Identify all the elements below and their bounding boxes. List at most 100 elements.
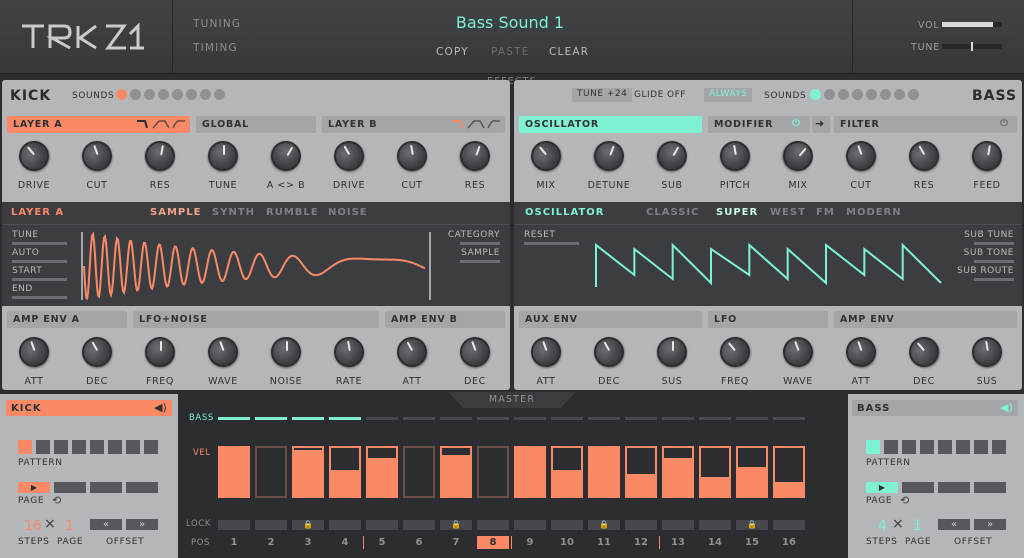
sound-slot[interactable] (810, 89, 821, 100)
sound-slot[interactable] (130, 89, 141, 100)
bass-env-knob[interactable] (841, 332, 881, 372)
bass-param-reset[interactable]: RESET (524, 230, 555, 240)
velocity-step[interactable] (440, 446, 472, 498)
velocity-step[interactable] (514, 446, 546, 498)
bass-knob[interactable] (969, 138, 1005, 174)
kick-env-knob[interactable] (145, 337, 175, 367)
tab-classic[interactable]: CLASSIC (646, 207, 699, 218)
bass-param-slider[interactable] (974, 278, 1014, 281)
sound-slot[interactable] (144, 89, 155, 100)
pos-step[interactable]: 10 (551, 536, 583, 549)
kick-param-slider[interactable] (12, 296, 67, 299)
kick-env-knob[interactable] (331, 334, 367, 370)
global-header[interactable]: GLOBAL (196, 116, 316, 133)
filter-shape-icon[interactable] (135, 119, 187, 130)
page-button[interactable] (974, 482, 1006, 493)
kick-knob[interactable] (455, 136, 495, 176)
bass-step[interactable] (218, 417, 250, 420)
bass-step[interactable] (329, 417, 361, 420)
sound-slot[interactable] (116, 89, 127, 100)
menu-timing[interactable]: TIMING (193, 42, 238, 54)
menu-tuning[interactable]: TUNING (193, 18, 241, 30)
pos-step[interactable]: 7 (440, 536, 472, 549)
lock-step[interactable] (625, 520, 657, 530)
tab-super[interactable]: SUPER (716, 207, 758, 218)
sound-slot[interactable] (186, 89, 197, 100)
pattern-slot[interactable] (108, 440, 122, 454)
page-value[interactable]: 1 (913, 518, 922, 534)
pattern-slot[interactable] (938, 440, 952, 454)
offset-prev-button[interactable]: « (90, 519, 122, 530)
power-icon[interactable]: ⏻ (1000, 118, 1009, 129)
page-button[interactable] (902, 482, 934, 493)
tab-sample[interactable]: SAMPLE (150, 207, 201, 218)
kick-param-tune[interactable]: TUNE (12, 230, 39, 240)
power-icon[interactable]: ⏻ (792, 118, 801, 129)
kick-param-slider[interactable] (460, 242, 500, 245)
bass-step[interactable] (773, 417, 805, 420)
bass-step[interactable] (255, 417, 287, 420)
lock-step[interactable] (773, 520, 805, 530)
kick-env-knob[interactable] (14, 332, 54, 372)
pattern-slot[interactable] (884, 440, 898, 454)
pattern-slot[interactable] (902, 440, 916, 454)
bass-glide-value[interactable]: OFF (667, 90, 686, 100)
lock-step[interactable] (477, 520, 509, 530)
pattern-slot[interactable] (36, 440, 50, 454)
offset-prev-button[interactable]: « (938, 519, 970, 530)
velocity-step[interactable] (699, 446, 731, 498)
sound-slot[interactable] (200, 89, 211, 100)
velocity-step[interactable] (329, 446, 361, 498)
lfo-header[interactable]: LFO (708, 311, 828, 328)
kick-param-slider[interactable] (12, 242, 67, 245)
bass-knob[interactable] (589, 136, 629, 176)
pattern-slot[interactable] (126, 440, 140, 454)
pos-step[interactable]: 5 (366, 536, 398, 549)
lfo-noise-header[interactable]: LFO+NOISE (133, 311, 379, 328)
velocity-step[interactable] (403, 446, 435, 498)
sound-slot[interactable] (214, 89, 225, 100)
pattern-slot[interactable] (144, 440, 158, 454)
bass-param-sub-tone[interactable]: SUB TONE (964, 248, 1014, 258)
lock-step[interactable] (699, 520, 731, 530)
pattern-slot[interactable] (992, 440, 1006, 454)
steps-value[interactable]: 16 (24, 518, 42, 534)
velocity-step[interactable] (477, 446, 509, 498)
tab-rumble[interactable]: RUMBLE (266, 207, 319, 218)
pos-step[interactable]: 14 (699, 536, 731, 549)
bass-knob[interactable] (776, 134, 820, 178)
amp-env-header[interactable]: AMP ENV (834, 311, 1017, 328)
pos-step[interactable]: 16 (773, 536, 805, 549)
sound-slot[interactable] (838, 89, 849, 100)
speaker-icon[interactable]: ◀) (1000, 401, 1013, 414)
kick-knob[interactable] (77, 136, 117, 176)
bass-param-slider[interactable] (524, 242, 579, 245)
lock-icon[interactable]: 🔒 (292, 520, 324, 530)
bass-step[interactable] (662, 417, 694, 420)
lock-step[interactable] (514, 520, 546, 530)
kick-knob[interactable] (12, 134, 56, 178)
aux-env-header[interactable]: AUX ENV (519, 311, 702, 328)
bass-env-knob[interactable] (778, 332, 818, 372)
page-button[interactable] (90, 482, 122, 493)
bass-param-slider[interactable] (974, 260, 1014, 263)
page-button[interactable]: ▶ (866, 482, 898, 493)
velocity-step[interactable] (588, 446, 620, 498)
copy-button[interactable]: COPY (436, 46, 469, 58)
kick-param-category[interactable]: CATEGORY (448, 230, 500, 240)
pos-step[interactable]: 12 (625, 536, 657, 549)
lock-step[interactable] (329, 520, 361, 530)
bass-env-knob[interactable] (588, 331, 630, 373)
layer-a-header[interactable]: LAYER A (7, 116, 190, 133)
sound-slot[interactable] (158, 89, 169, 100)
bass-step[interactable] (736, 417, 768, 420)
lock-step[interactable] (218, 520, 250, 530)
lock-step[interactable] (255, 520, 287, 530)
paste-button[interactable]: PASTE (491, 46, 530, 58)
pattern-slot[interactable] (54, 440, 68, 454)
sound-slot[interactable] (894, 89, 905, 100)
kick-env-knob[interactable] (271, 337, 301, 367)
pattern-slot[interactable] (956, 440, 970, 454)
lock-step[interactable] (662, 520, 694, 530)
kick-env-knob[interactable] (455, 332, 495, 372)
